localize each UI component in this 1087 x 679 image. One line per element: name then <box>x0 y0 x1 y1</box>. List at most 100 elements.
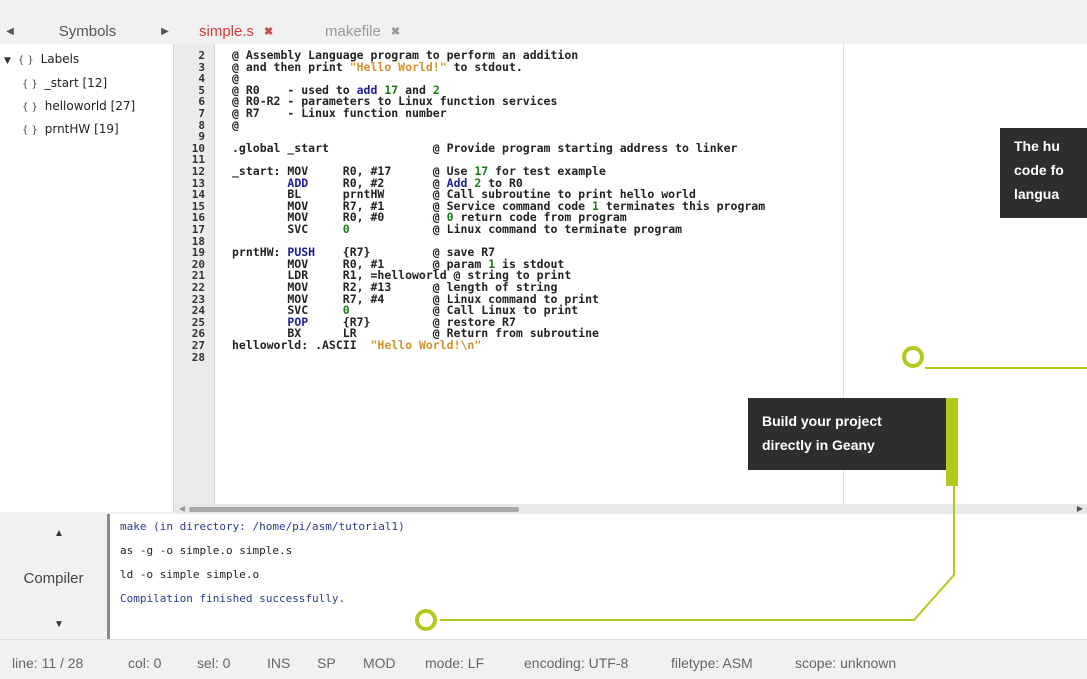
line-number: 4 <box>198 72 205 86</box>
label-group-icon: { } <box>17 55 34 66</box>
horizontal-scrollbar[interactable]: ◀ ▶ <box>175 504 1087 514</box>
line-number: 25 <box>191 315 205 329</box>
label-symbol-icon: { } <box>22 102 38 113</box>
code-line: @ and then print "Hello World!" to stdou… <box>232 59 523 74</box>
callout-line: directly in Geany <box>762 437 875 453</box>
line-number: 9 <box>198 130 205 144</box>
status-sel: sel: 0 <box>197 655 231 671</box>
line-number: 16 <box>191 211 205 225</box>
document-tabs: simple.s ✖ makefile ✖ <box>175 18 1087 44</box>
line-number: 13 <box>191 176 205 190</box>
status-bar: line: 11 / 28 col: 0 sel: 0 INS SP MOD m… <box>0 639 1087 679</box>
status-filetype: filetype: ASM <box>671 655 753 671</box>
code-token: @ Linux command to terminate program <box>349 222 683 236</box>
compiler-line: make (in directory: /home/pi/asm/tutoria… <box>120 520 405 533</box>
line-number: 2 <box>198 49 205 62</box>
line-number: 3 <box>198 60 205 74</box>
geany-window: ◀ Symbols ▶ ▼ { } Labels { } _start [12]… <box>0 0 1087 679</box>
code-token: to stdout. <box>446 59 523 74</box>
tree-item-label: helloworld [27] <box>44 99 136 113</box>
tree-root-labels[interactable]: ▼ { } Labels <box>4 52 79 66</box>
line-number: 11 <box>191 153 205 167</box>
close-icon[interactable]: ✖ <box>264 25 273 38</box>
line-number: 15 <box>191 199 205 213</box>
label-symbol-icon: { } <box>22 79 38 90</box>
line-number: 21 <box>191 269 205 283</box>
code-token: helloworld: .ASCII <box>232 338 371 352</box>
line-number: 17 <box>191 223 205 236</box>
line-number: 12 <box>191 165 205 178</box>
symbols-tab-header: ◀ Symbols ▶ <box>0 18 175 44</box>
callout-line: code fo <box>1014 162 1064 178</box>
line-number: 19 <box>191 246 205 260</box>
line-number: 20 <box>191 257 205 271</box>
callout-line: langua <box>1014 186 1060 202</box>
compiler-line: as -g -o simple.o simple.s <box>120 544 293 557</box>
status-mod: MOD <box>363 655 396 671</box>
code-line: .global _start @ Provide program startin… <box>232 140 738 155</box>
line-number: 18 <box>191 234 205 248</box>
code-token: .global _start @ Provide program startin… <box>232 140 738 155</box>
code-token: "Hello World!\n" <box>370 338 482 352</box>
line-number: 28 <box>191 350 205 364</box>
tab-scroll-right-icon[interactable]: ▶ <box>155 26 175 37</box>
line-number: 27 <box>191 339 205 352</box>
status-mode: mode: LF <box>425 655 485 671</box>
code-token: @ and then print <box>232 59 350 74</box>
callout-top-right: The hu code fo langua <box>1000 128 1087 218</box>
scrollbar-thumb[interactable] <box>189 507 519 512</box>
code-token: 0 <box>342 222 350 236</box>
tab-scroll-left-icon[interactable]: ◀ <box>0 26 20 37</box>
line-number: 10 <box>191 141 205 155</box>
tab-label: makefile <box>325 22 381 40</box>
symbols-tree: ▼ { } Labels { } _start [12] { } hellowo… <box>0 44 174 512</box>
status-col: col: 0 <box>128 655 162 671</box>
callout-accent-bar <box>946 398 958 486</box>
line-number: 22 <box>191 281 205 294</box>
code-line: @ R7 - Linux function number <box>232 106 447 120</box>
tree-root-label: Labels <box>40 52 80 66</box>
line-number-gutter: 2 3 4 5 6 7 8 9 10 11 12 13 14 15 16 17 18 19 20 21 22 23 24 25… <box>175 44 215 504</box>
code-line: SVC 0 @ Linux command to terminate progr… <box>232 222 683 236</box>
tab-makefile[interactable]: makefile ✖ <box>325 18 400 44</box>
tab-scroll-up-icon[interactable]: ▲ <box>54 528 64 539</box>
line-number: 6 <box>198 95 205 109</box>
callout-line: The hu <box>1014 138 1060 154</box>
tab-simple-s[interactable]: simple.s ✖ <box>199 18 273 44</box>
line-number: 7 <box>198 107 205 120</box>
code-token: @ R7 - Linux function number <box>232 106 447 120</box>
compiler-line: ld -o simple simple.o <box>120 568 260 581</box>
close-icon[interactable]: ✖ <box>391 25 400 38</box>
line-number: 24 <box>191 304 205 318</box>
code-line: @ <box>232 119 239 131</box>
code-token: SVC <box>232 222 343 236</box>
tree-item-prnthw[interactable]: { } prntHW [19] <box>22 122 119 136</box>
label-symbol-icon: { } <box>22 125 38 136</box>
line-number: 8 <box>198 118 205 132</box>
status-encoding: encoding: UTF-8 <box>524 655 629 671</box>
tree-item-start[interactable]: { } _start [12] <box>22 76 107 90</box>
tab-scroll-down-icon[interactable]: ▼ <box>54 619 64 630</box>
scroll-left-icon[interactable]: ◀ <box>179 504 185 513</box>
status-scope: scope: unknown <box>795 655 897 671</box>
line-number: 14 <box>191 188 205 202</box>
status-sp: SP <box>317 655 336 671</box>
compiler-output[interactable]: make (in directory: /home/pi/asm/tutoria… <box>107 514 1087 639</box>
tree-item-label: _start [12] <box>44 76 108 90</box>
status-ins: INS <box>267 655 291 671</box>
scroll-right-icon[interactable]: ▶ <box>1077 504 1083 513</box>
tree-item-helloworld[interactable]: { } helloworld [27] <box>22 99 135 113</box>
tab-label: simple.s <box>199 22 255 40</box>
tree-item-label: prntHW [19] <box>44 122 119 136</box>
line-number: 26 <box>191 327 205 341</box>
callout-build: Build your project directly in Geany <box>748 398 946 470</box>
line-number: 5 <box>198 83 205 97</box>
line-number: 23 <box>191 292 205 306</box>
compiler-line: Compilation finished successfully. <box>120 592 346 605</box>
symbols-tab[interactable]: Symbols <box>20 23 155 40</box>
code-line: helloworld: .ASCII "Hello World!\n" <box>232 338 482 352</box>
tab-compiler[interactable]: Compiler <box>0 570 107 587</box>
status-line: line: 11 / 28 <box>12 655 84 671</box>
expand-chevron-icon[interactable]: ▼ <box>4 56 14 66</box>
message-tabs: ▲ Compiler ▼ <box>0 514 107 639</box>
